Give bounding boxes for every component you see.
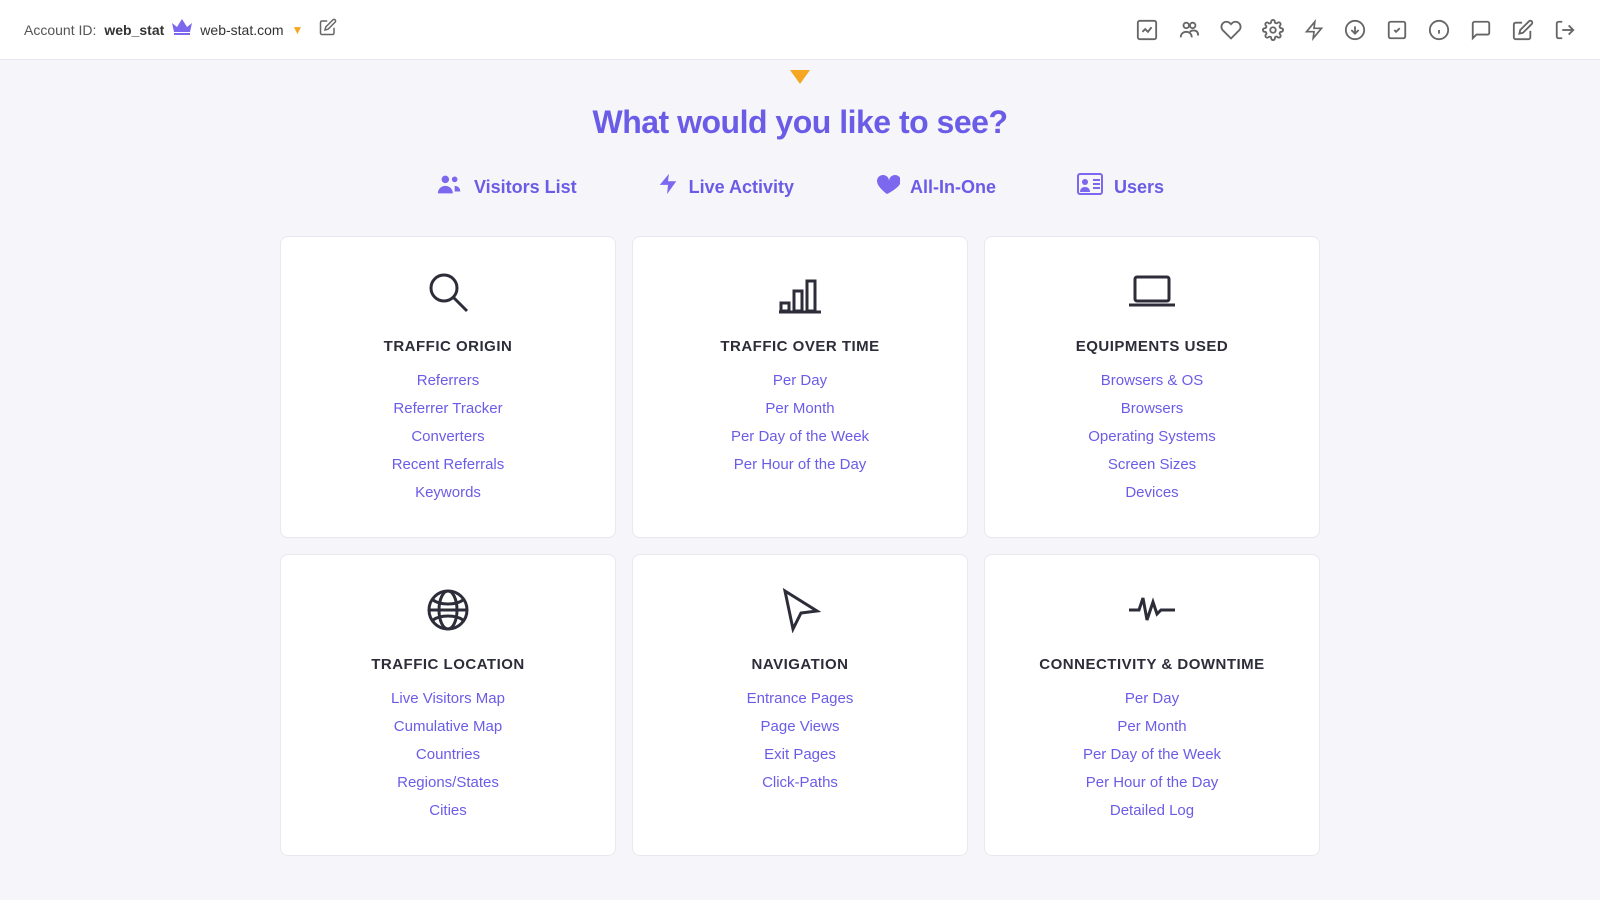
link-browsers[interactable]: Browsers: [1009, 397, 1295, 421]
navigation-links: Entrance Pages Page Views Exit Pages Cli…: [657, 687, 943, 795]
edit-icon[interactable]: [319, 18, 337, 41]
card-equipments-used: EQUIPMENTS USED Browsers & OS Browsers O…: [984, 236, 1320, 538]
info-icon[interactable]: [1428, 19, 1450, 41]
link-per-day[interactable]: Per Day: [657, 369, 943, 393]
edit2-header-icon[interactable]: [1512, 19, 1534, 41]
visitors-list-label: Visitors List: [474, 177, 577, 198]
link-regions-states[interactable]: Regions/States: [305, 771, 591, 795]
cards-grid: TRAFFIC ORIGIN Referrers Referrer Tracke…: [200, 236, 1400, 896]
logout-icon[interactable]: [1554, 19, 1576, 41]
link-per-hour-of-day[interactable]: Per Hour of the Day: [657, 453, 943, 477]
heart-header-icon[interactable]: [1220, 19, 1242, 41]
traffic-location-title: TRAFFIC LOCATION: [305, 656, 591, 673]
users-tab-icon: [1076, 172, 1104, 203]
users-label: Users: [1114, 177, 1164, 198]
header-left: Account ID: web_stat web-stat.com ▼: [24, 18, 337, 41]
tab-users[interactable]: Users: [1076, 171, 1164, 204]
link-referrer-tracker[interactable]: Referrer Tracker: [305, 397, 591, 421]
chat-icon[interactable]: [1470, 19, 1492, 41]
link-live-visitors-map[interactable]: Live Visitors Map: [305, 687, 591, 711]
link-conn-per-day-of-week[interactable]: Per Day of the Week: [1009, 743, 1295, 767]
nav-tabs: Visitors List Live Activity All-In-One U…: [0, 171, 1600, 236]
gear-icon[interactable]: [1262, 19, 1284, 41]
traffic-over-time-links: Per Day Per Month Per Day of the Week Pe…: [657, 369, 943, 477]
site-name: web-stat.com: [200, 22, 283, 38]
live-activity-tab-icon: [657, 171, 679, 204]
globe-icon: [305, 587, 591, 640]
link-cumulative-map[interactable]: Cumulative Map: [305, 715, 591, 739]
visitors-tab-icon: [436, 172, 464, 203]
link-browsers-os[interactable]: Browsers & OS: [1009, 369, 1295, 393]
pulse-icon: [1009, 587, 1295, 640]
main-prompt: What would you like to see?: [0, 80, 1600, 171]
link-keywords[interactable]: Keywords: [305, 481, 591, 505]
chart-bar-icon: [657, 269, 943, 322]
traffic-location-links: Live Visitors Map Cumulative Map Countri…: [305, 687, 591, 823]
tab-live-activity[interactable]: Live Activity: [657, 171, 794, 204]
header: Account ID: web_stat web-stat.com ▼: [0, 0, 1600, 60]
account-id: web_stat: [104, 22, 164, 38]
laptop-icon: [1009, 269, 1295, 322]
link-conn-per-month[interactable]: Per Month: [1009, 715, 1295, 739]
card-traffic-location: TRAFFIC LOCATION Live Visitors Map Cumul…: [280, 554, 616, 856]
equipments-used-title: EQUIPMENTS USED: [1009, 338, 1295, 355]
link-entrance-pages[interactable]: Entrance Pages: [657, 687, 943, 711]
link-detailed-log[interactable]: Detailed Log: [1009, 799, 1295, 823]
group-users-icon[interactable]: [1178, 19, 1200, 41]
navigation-title: NAVIGATION: [657, 656, 943, 673]
cursor-icon: [657, 587, 943, 640]
link-conn-per-day[interactable]: Per Day: [1009, 687, 1295, 711]
link-conn-per-hour-of-day[interactable]: Per Hour of the Day: [1009, 771, 1295, 795]
all-in-one-tab-icon: [874, 172, 900, 203]
link-referrers[interactable]: Referrers: [305, 369, 591, 393]
link-devices[interactable]: Devices: [1009, 481, 1295, 505]
check-icon[interactable]: [1386, 19, 1408, 41]
account-label: Account ID:: [24, 22, 96, 38]
card-connectivity: CONNECTIVITY & DOWNTIME Per Day Per Mont…: [984, 554, 1320, 856]
link-recent-referrals[interactable]: Recent Referrals: [305, 453, 591, 477]
header-right: [1136, 19, 1576, 41]
link-operating-systems[interactable]: Operating Systems: [1009, 425, 1295, 449]
card-traffic-origin: TRAFFIC ORIGIN Referrers Referrer Tracke…: [280, 236, 616, 538]
link-countries[interactable]: Countries: [305, 743, 591, 767]
traffic-origin-links: Referrers Referrer Tracker Converters Re…: [305, 369, 591, 505]
traffic-over-time-title: TRAFFIC OVER TIME: [657, 338, 943, 355]
page-title: What would you like to see?: [0, 104, 1600, 141]
traffic-origin-title: TRAFFIC ORIGIN: [305, 338, 591, 355]
tab-all-in-one[interactable]: All-In-One: [874, 171, 996, 204]
bolt-header-icon[interactable]: [1304, 19, 1324, 41]
equipments-used-links: Browsers & OS Browsers Operating Systems…: [1009, 369, 1295, 505]
all-in-one-label: All-In-One: [910, 177, 996, 198]
link-exit-pages[interactable]: Exit Pages: [657, 743, 943, 767]
link-page-views[interactable]: Page Views: [657, 715, 943, 739]
tooltip-triangle: [790, 70, 810, 84]
connectivity-title: CONNECTIVITY & DOWNTIME: [1009, 656, 1295, 673]
dropdown-arrow-icon[interactable]: ▼: [292, 23, 304, 37]
tab-visitors-list[interactable]: Visitors List: [436, 171, 577, 204]
link-converters[interactable]: Converters: [305, 425, 591, 449]
search-icon: [305, 269, 591, 322]
link-screen-sizes[interactable]: Screen Sizes: [1009, 453, 1295, 477]
connectivity-links: Per Day Per Month Per Day of the Week Pe…: [1009, 687, 1295, 823]
link-per-day-of-week[interactable]: Per Day of the Week: [657, 425, 943, 449]
link-click-paths[interactable]: Click-Paths: [657, 771, 943, 795]
crown-icon: [172, 18, 192, 41]
live-activity-label: Live Activity: [689, 177, 794, 198]
chart-icon[interactable]: [1136, 19, 1158, 41]
card-traffic-over-time: TRAFFIC OVER TIME Per Day Per Month Per …: [632, 236, 968, 538]
link-cities[interactable]: Cities: [305, 799, 591, 823]
download-icon[interactable]: [1344, 19, 1366, 41]
link-per-month[interactable]: Per Month: [657, 397, 943, 421]
card-navigation: NAVIGATION Entrance Pages Page Views Exi…: [632, 554, 968, 856]
